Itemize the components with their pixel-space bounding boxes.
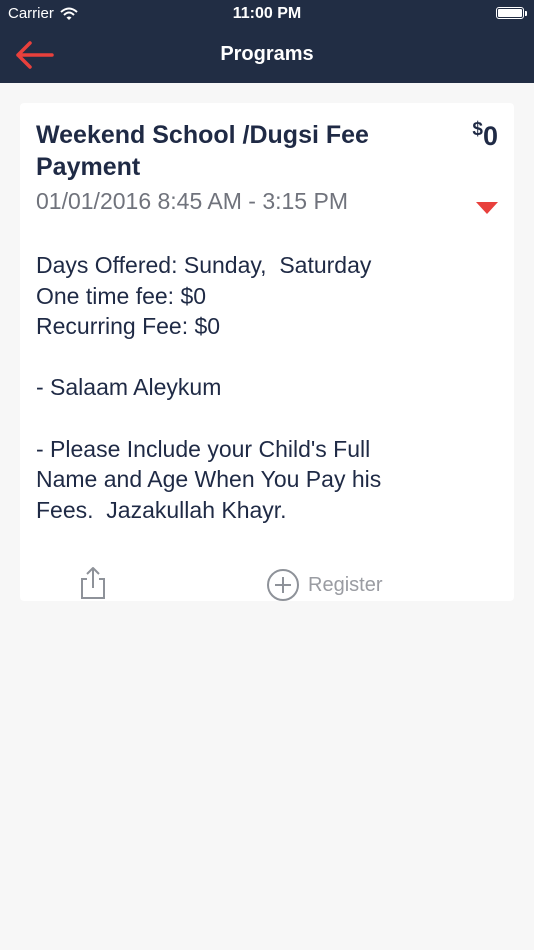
battery-icon <box>496 7 527 19</box>
page-title: Programs <box>220 43 314 65</box>
caret-down-icon <box>476 202 498 214</box>
app-header: Carrier 11:00 PM Programs <box>0 0 534 83</box>
description-line: One time fee: $0 <box>36 282 207 309</box>
price-amount: 0 <box>482 121 498 151</box>
description-line <box>36 403 496 434</box>
description-line: Fees. Jazakullah Khayr. <box>36 496 287 523</box>
program-description: Days Offered: Sunday, Saturday One time f… <box>36 250 496 525</box>
description-line: Name and Age When You Pay his <box>36 466 382 493</box>
register-button[interactable]: Register <box>266 568 382 602</box>
plus-circle-icon <box>267 569 299 601</box>
price-currency: $ <box>472 119 483 140</box>
register-label: Register <box>308 573 383 596</box>
navigation-bar: Programs <box>0 28 534 83</box>
share-button[interactable] <box>78 566 108 600</box>
description-line: Days Offered: Sunday, Saturday <box>36 252 372 278</box>
share-icon <box>81 567 105 599</box>
expand-toggle[interactable] <box>475 201 499 215</box>
program-card: Weekend School /Dugsi Fee Payment $ 0 01… <box>20 103 514 601</box>
program-price: $ 0 <box>472 117 498 152</box>
description-line: - Please Include your Child's Full <box>36 435 371 462</box>
program-title: Weekend School /Dugsi Fee Payment <box>36 121 369 181</box>
battery-fill <box>498 9 522 17</box>
description-line <box>36 342 496 373</box>
program-date-range: 01/01/2016 8:45 AM - 3:15 PM <box>36 188 348 214</box>
status-time: 11:00 PM <box>232 5 302 22</box>
description-line: - Salaam Aleykum <box>36 374 222 401</box>
description-line: Recurring Fee: $0 <box>36 313 221 340</box>
status-bar: Carrier 11:00 PM <box>0 0 534 28</box>
